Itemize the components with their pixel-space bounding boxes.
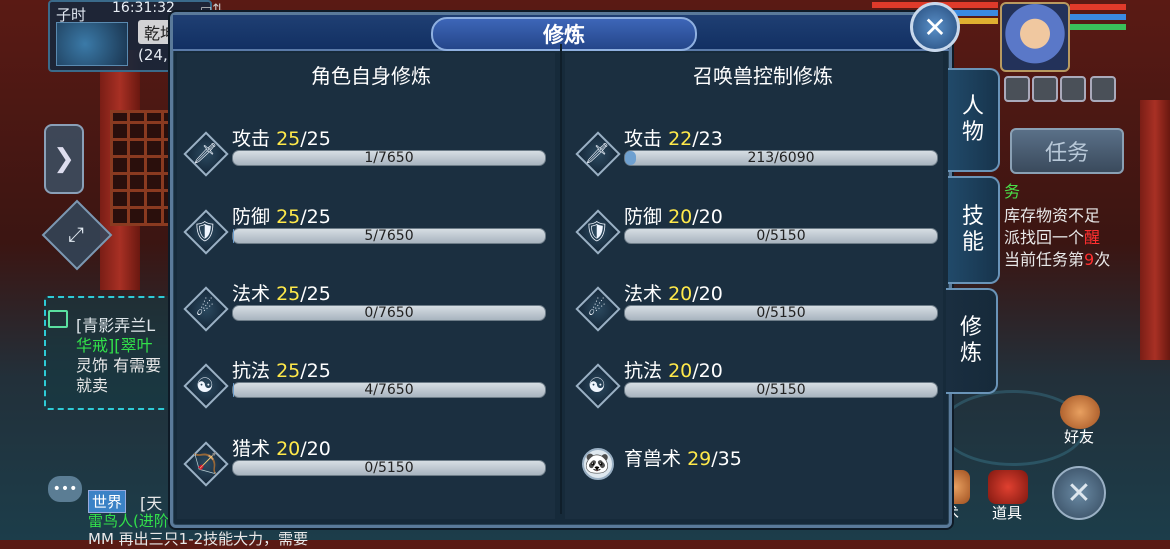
cultivation-label: 育兽术 29/35: [624, 444, 742, 471]
progress-text: 0/5150: [625, 382, 937, 398]
world-chat-line: MM 再出三只1-2技能大力，需要: [88, 528, 308, 549]
friends-label: 好友: [1064, 426, 1094, 447]
cultivation-row-hunt[interactable]: 🏹 猎术 20/20 0/5150: [186, 440, 546, 500]
buff-icon[interactable]: [1060, 76, 1086, 102]
panel-title: 修炼: [431, 17, 697, 51]
buff-icon[interactable]: [1090, 76, 1116, 102]
progress-text: 213/6090: [625, 150, 937, 166]
expand-arrows-icon: ⤢: [58, 216, 94, 252]
cultivation-label: 猎术 20/20: [232, 434, 331, 461]
tab-cultivation[interactable]: 修炼: [946, 288, 998, 394]
close-icon: ✕: [923, 11, 946, 44]
shield-icon: 🛡: [578, 212, 616, 250]
task-line: 当前任务第9次: [1004, 246, 1110, 270]
progress-bar: 5/7650: [232, 228, 546, 244]
inventory-label: 道具: [992, 502, 1022, 523]
cultivation-row-resist[interactable]: ☯ 抗法 25/25 4/7650: [186, 362, 546, 422]
pet-exp-bar: [1070, 24, 1126, 30]
friends-handshake-icon[interactable]: [1060, 395, 1100, 429]
cultivation-label: 抗法 20/20: [624, 356, 723, 383]
progress-text: 5/7650: [233, 228, 545, 244]
yin-yang-icon: ☯: [186, 366, 224, 404]
scene-pillar-right: [1140, 100, 1170, 360]
right-column-title: 召唤兽控制修炼: [574, 60, 952, 89]
close-panel-button[interactable]: ✕: [910, 2, 960, 52]
cultivation-label: 防御 20/20: [624, 202, 723, 229]
chat-bubble-icon[interactable]: •••: [48, 476, 82, 502]
time-period-badge: 子时: [56, 4, 86, 25]
minimap-thumbnail[interactable]: [56, 22, 128, 66]
cultivation-row-defense[interactable]: 🛡 防御 25/25 5/7650: [186, 208, 546, 268]
tab-skills[interactable]: 技能: [948, 176, 1000, 284]
sword-icon: 🗡: [186, 134, 224, 172]
progress-text: 4/7650: [233, 382, 545, 398]
inventory-chest-icon[interactable]: [988, 470, 1028, 504]
progress-bar: 0/5150: [232, 460, 546, 476]
pet-cultivation-row-attack[interactable]: 🗡 攻击 22/23 213/6090: [578, 130, 938, 190]
progress-text: 0/5150: [625, 228, 937, 244]
pet-mp-bar: [1070, 14, 1126, 20]
pet-cultivation-row-magic[interactable]: ☄ 法术 20/20 0/5150: [578, 285, 938, 345]
task-button[interactable]: 任务: [1010, 128, 1124, 174]
tab-character[interactable]: 人物: [948, 68, 1000, 172]
cultivation-label: 攻击 22/23: [624, 124, 723, 151]
cultivation-row-attack[interactable]: 🗡 攻击 25/25 1/7650: [186, 130, 546, 190]
scene-lattice-window: [110, 110, 176, 226]
cultivation-row-magic[interactable]: ☄ 法术 25/25 0/7650: [186, 285, 546, 345]
pet-cultivation-row-resist[interactable]: ☯ 抗法 20/20 0/5150: [578, 362, 938, 422]
task-line: 派找回一个醒: [1004, 224, 1100, 248]
clock-text: 16:31:32: [112, 0, 175, 16]
buff-icon[interactable]: [1004, 76, 1030, 102]
progress-text: 0/7650: [233, 305, 545, 321]
chevron-right-icon: ❯: [53, 144, 75, 174]
pet-cultivation-row-breeding[interactable]: 🐼 育兽术 29/35: [578, 440, 938, 500]
shield-icon: 🛡: [186, 212, 224, 250]
cultivation-label: 防御 25/25: [232, 202, 331, 229]
sword-icon: 🗡: [578, 134, 616, 172]
pet-panda-icon: 🐼: [578, 444, 616, 482]
staff-icon: ☄: [578, 289, 616, 327]
yin-yang-icon: ☯: [578, 366, 616, 404]
progress-bar: 0/5150: [624, 382, 938, 398]
task-count: 9: [1084, 250, 1094, 269]
task-title: 务: [1004, 178, 1020, 202]
side-expand-button[interactable]: ❯: [44, 124, 84, 194]
cultivation-label: 法术 25/25: [232, 279, 331, 306]
buff-icon[interactable]: [1032, 76, 1058, 102]
progress-text: 0/5150: [233, 460, 545, 476]
staff-icon: ☄: [186, 289, 224, 327]
progress-bar: 213/6090: [624, 150, 938, 166]
progress-bar: 4/7650: [232, 382, 546, 398]
progress-bar: 0/5150: [624, 305, 938, 321]
player-avatar[interactable]: [1000, 2, 1070, 72]
progress-bar: 0/7650: [232, 305, 546, 321]
progress-text: 0/5150: [625, 305, 937, 321]
pet-hp-bar: [1070, 4, 1126, 10]
bow-icon: 🏹: [186, 444, 224, 482]
progress-text: 1/7650: [233, 150, 545, 166]
pet-cultivation-row-defense[interactable]: 🛡 防御 20/20 0/5150: [578, 208, 938, 268]
map-coordinates: (24,: [138, 46, 168, 64]
chat-line: 就卖: [76, 372, 108, 396]
cultivation-label: 攻击 25/25: [232, 124, 331, 151]
cultivation-label: 法术 20/20: [624, 279, 723, 306]
close-x-icon: ✕: [1066, 476, 1091, 511]
left-column-title: 角色自身修炼: [182, 60, 560, 89]
task-highlight: 醒: [1084, 228, 1100, 247]
column-divider: [560, 44, 562, 514]
progress-bar: 0/5150: [624, 228, 938, 244]
progress-bar: 1/7650: [232, 150, 546, 166]
chat-channel-icon: [48, 310, 68, 328]
cultivation-label: 抗法 25/25: [232, 356, 331, 383]
exit-button[interactable]: ✕: [1052, 466, 1106, 520]
task-line: 库存物资不足: [1004, 202, 1100, 226]
